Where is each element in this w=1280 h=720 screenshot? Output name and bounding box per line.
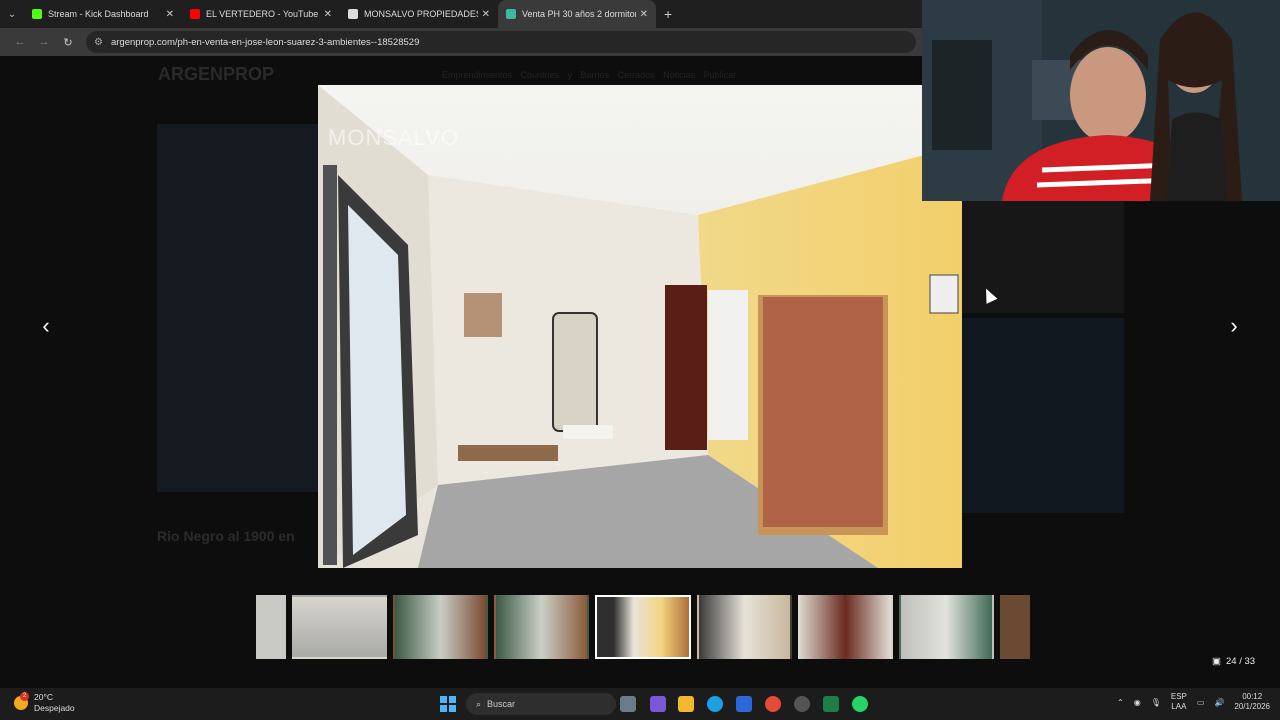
weather-temp: 20°C — [34, 692, 53, 702]
thumbnail[interactable] — [292, 595, 387, 659]
watermark-text: MONSALVO — [328, 125, 459, 150]
listing-photo-side-2 — [962, 318, 1124, 513]
argenprop-icon — [506, 9, 516, 19]
chevron-left-icon: ‹ — [42, 313, 50, 338]
lang-layout: LAA — [1171, 702, 1187, 711]
listing-photo-main — [157, 124, 318, 492]
thumbnail[interactable] — [494, 595, 589, 659]
address-bar: ← → ↻ ⚙ argenprop.com/ph-en-venta-en-jos… — [0, 28, 922, 56]
thumbnail-selected[interactable] — [595, 595, 691, 659]
forward-arrow-icon[interactable]: → — [32, 36, 56, 48]
chevron-right-icon: › — [1230, 313, 1238, 338]
thumbnail[interactable] — [798, 595, 893, 659]
tab-argenprop[interactable]: Venta PH 30 años 2 dormitorio ✕ — [498, 0, 656, 28]
thumbnail[interactable] — [899, 595, 994, 659]
gallery-main-photo: MONSALVO — [318, 85, 962, 568]
close-icon[interactable]: ✕ — [482, 9, 490, 20]
url-input[interactable]: ⚙ argenprop.com/ph-en-venta-en-jose-leon… — [86, 31, 916, 53]
taskbar-search[interactable]: ⌕ Buscar — [466, 693, 616, 715]
tab-youtube[interactable]: EL VERTEDERO - YouTube ✕ — [182, 0, 340, 28]
thumbnail[interactable] — [256, 595, 286, 659]
thumbnail-strip — [256, 595, 1030, 661]
store-icon[interactable] — [736, 696, 752, 712]
start-button[interactable] — [440, 696, 456, 712]
display-icon[interactable]: ▭ — [1197, 698, 1205, 707]
chrome-icon[interactable] — [765, 696, 781, 712]
tab-search-menu-icon[interactable]: ⌄ — [0, 0, 24, 28]
argenprop-logo: ARGENPROP — [158, 64, 275, 84]
tab-title: Venta PH 30 años 2 dormitorio — [522, 9, 636, 19]
close-icon[interactable]: ✕ — [166, 9, 174, 20]
photo-counter: ▣ 24 / 33 — [1212, 656, 1255, 667]
windows-logo-pane — [440, 696, 447, 703]
whatsapp-icon[interactable] — [852, 696, 868, 712]
volume-icon[interactable]: 🔊 — [1214, 698, 1224, 707]
close-icon[interactable]: ✕ — [640, 9, 648, 20]
webcam-feed — [922, 0, 1280, 201]
microphone-icon[interactable]: 🎙 — [1151, 698, 1161, 707]
edge-icon[interactable] — [707, 696, 723, 712]
language-indicator[interactable]: ESP LAA — [1171, 692, 1187, 712]
camera-icon: ▣ — [1212, 656, 1221, 667]
monsalvo-icon — [348, 9, 358, 19]
windows-logo-pane — [440, 705, 447, 712]
tab-kick[interactable]: Stream - Kick Dashboard ✕ — [24, 0, 182, 28]
clock[interactable]: 00:12 20/1/2026 — [1234, 692, 1270, 712]
notification-badge: 2 — [20, 692, 29, 701]
search-placeholder: Buscar — [487, 699, 516, 709]
browser-tab-strip: ⌄ Stream - Kick Dashboard ✕ EL VERTEDERO… — [0, 0, 922, 28]
youtube-icon — [190, 9, 200, 19]
tab-monsalvo[interactable]: MONSALVO PROPIEDADES - Re ✕ — [340, 0, 498, 28]
windows-logo-pane — [449, 696, 456, 703]
windows-logo-pane — [449, 705, 456, 712]
site-nav: Emprendimientos Countries y Barrios Cerr… — [442, 70, 737, 80]
close-icon[interactable]: ✕ — [324, 9, 332, 20]
windows-taskbar: 2 20°C Despejado ⌕ Buscar ⌃ ◉ 🎙 ESP LAA … — [0, 688, 1280, 720]
listing-title: Rio Negro al 1900 en — [157, 528, 295, 544]
landscape-widget-icon[interactable] — [620, 696, 636, 712]
back-arrow-icon[interactable]: ← — [8, 36, 32, 48]
url-text: argenprop.com/ph-en-venta-en-jose-leon-s… — [110, 36, 420, 48]
copilot-icon[interactable] — [650, 696, 666, 712]
date: 20/1/2026 — [1234, 702, 1270, 711]
obs-icon[interactable] — [794, 696, 810, 712]
counter-text: 24 / 33 — [1225, 656, 1256, 667]
file-explorer-icon[interactable] — [678, 696, 694, 712]
time: 00:12 — [1242, 692, 1263, 701]
next-photo-button[interactable]: › — [1222, 313, 1246, 339]
excel-icon[interactable] — [823, 696, 839, 712]
thumbnail[interactable] — [1000, 595, 1030, 659]
search-icon: ⌕ — [476, 698, 482, 709]
weather-widget[interactable]: 2 20°C Despejado — [14, 692, 75, 714]
sun-icon: 2 — [14, 692, 29, 710]
webcam-overlay — [922, 0, 1280, 201]
previous-photo-button[interactable]: ‹ — [34, 313, 58, 339]
tab-title: EL VERTEDERO - YouTube — [206, 9, 319, 19]
tab-title: MONSALVO PROPIEDADES - Re — [364, 9, 478, 19]
bedroom-photo: MONSALVO — [318, 85, 962, 568]
kick-icon — [32, 9, 42, 19]
thumbnail[interactable] — [393, 595, 488, 659]
thumbnail[interactable] — [697, 595, 792, 659]
chevron-up-icon[interactable]: ⌃ — [1117, 698, 1124, 707]
system-tray: ⌃ ◉ 🎙 ESP LAA ▭ 🔊 00:12 20/1/2026 — [1117, 692, 1270, 712]
network-icon[interactable]: ◉ — [1134, 698, 1141, 707]
weather-desc: Despejado — [34, 703, 75, 713]
lang-code: ESP — [1170, 692, 1187, 701]
reload-icon[interactable]: ↻ — [56, 36, 80, 49]
site-info-icon[interactable]: ⚙ — [94, 37, 103, 48]
tab-title: Stream - Kick Dashboard — [48, 9, 149, 19]
new-tab-button[interactable]: + — [664, 6, 672, 22]
